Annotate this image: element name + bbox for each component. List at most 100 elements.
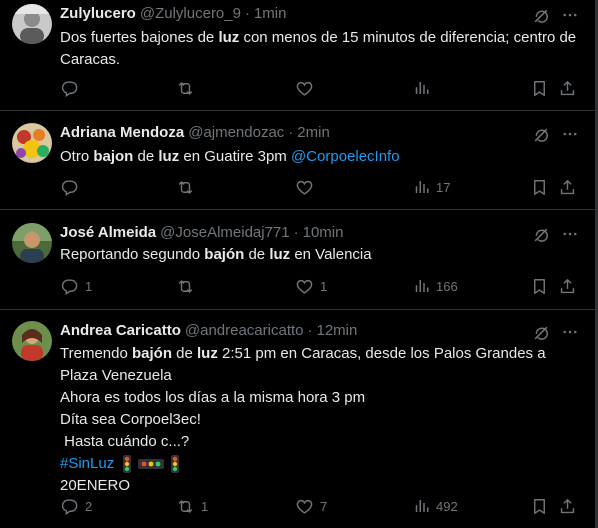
tweet[interactable]: Zulylucero @Zulylucero_9 · 1min Dos fuer…	[0, 0, 595, 111]
text-bold: luz	[158, 148, 180, 165]
tweet-text: Dos fuertes bajones de luz con menos de …	[60, 27, 580, 71]
text-span: Reportando segundo	[60, 246, 205, 263]
text-line: Díta sea Corpoel3ec!	[60, 411, 201, 428]
bookmark-button[interactable]	[530, 78, 549, 98]
bookmark-button[interactable]	[530, 276, 549, 296]
reply-button[interactable]: 2	[60, 496, 92, 516]
like-button[interactable]: 1	[295, 276, 327, 296]
tweet-actions: 17	[60, 177, 559, 197]
hashtag-link[interactable]: #SinLuz	[60, 453, 114, 475]
more-icon[interactable]	[561, 6, 579, 24]
bookmark-icon	[530, 277, 549, 296]
more-icon[interactable]	[561, 125, 579, 143]
retweet-icon	[176, 277, 195, 296]
author-handle[interactable]: @JoseAlmeidaj771	[160, 223, 289, 243]
retweet-button[interactable]	[176, 78, 201, 98]
views-button[interactable]: 166	[412, 276, 458, 296]
tweet-actions: 2 1 7 492	[60, 496, 559, 516]
reply-icon	[60, 79, 79, 98]
tweet-text: Reportando segundo bajón de luz en Valen…	[60, 244, 580, 266]
horizontal-traffic-light-icon	[138, 459, 165, 469]
share-button[interactable]	[558, 78, 577, 98]
bookmark-icon	[530, 497, 549, 516]
retweet-button[interactable]	[176, 177, 201, 197]
bookmark-button[interactable]	[530, 496, 549, 516]
author-name[interactable]: Adriana Mendoza	[60, 123, 184, 143]
tweet-header: Adriana Mendoza @ajmendozac · 2min	[60, 123, 330, 143]
share-icon	[558, 277, 577, 296]
text-bold: bajón	[204, 246, 245, 263]
text-span: en Guatire 3pm	[179, 148, 291, 165]
retweet-count: 1	[201, 498, 209, 514]
views-button[interactable]: 492	[412, 496, 458, 516]
text-bold: bajon	[93, 148, 134, 165]
separator-dot: ·	[244, 5, 250, 22]
views-icon	[412, 277, 430, 295]
views-icon	[412, 497, 430, 515]
retweet-button[interactable]	[176, 276, 201, 296]
like-button[interactable]	[295, 78, 320, 98]
views-button[interactable]: 17	[412, 177, 450, 197]
more-icon[interactable]	[561, 323, 579, 341]
tweet[interactable]: José Almeida @JoseAlmeidaj771 · 10min Re…	[0, 210, 595, 310]
share-button[interactable]	[558, 496, 577, 516]
grok-icon[interactable]	[531, 125, 551, 145]
like-icon	[295, 79, 314, 98]
like-button[interactable]: 7	[295, 496, 327, 516]
reply-icon	[60, 497, 79, 516]
tweet[interactable]: Adriana Mendoza @ajmendozac · 2min Otro …	[0, 111, 595, 210]
views-count: 17	[436, 179, 451, 195]
like-icon	[295, 497, 314, 516]
retweet-button[interactable]: 1	[176, 496, 208, 516]
grok-icon[interactable]	[531, 225, 551, 245]
timestamp[interactable]: 10min	[303, 223, 344, 243]
author-handle[interactable]: @andreacaricatto	[185, 321, 304, 341]
separator-dot: ·	[307, 322, 313, 339]
avatar[interactable]	[12, 223, 52, 263]
text-span: Otro	[60, 148, 94, 165]
bookmark-icon	[530, 178, 549, 197]
avatar[interactable]	[12, 321, 52, 361]
views-count: 492	[436, 498, 458, 514]
tweet-header: Andrea Caricatto @andreacaricatto · 12mi…	[60, 321, 357, 341]
author-name[interactable]: José Almeida	[60, 223, 156, 243]
reply-count: 2	[85, 498, 93, 514]
reply-button[interactable]	[60, 177, 85, 197]
timeline: Zulylucero @Zulylucero_9 · 1min Dos fuer…	[0, 0, 598, 528]
traffic-light-icon	[123, 455, 132, 473]
more-icon[interactable]	[561, 225, 579, 243]
retweet-icon	[176, 79, 195, 98]
author-name[interactable]: Zulylucero	[60, 4, 136, 24]
like-button[interactable]	[295, 177, 320, 197]
avatar[interactable]	[12, 4, 52, 44]
author-name[interactable]: Andrea Caricatto	[60, 321, 181, 341]
text-line: Hasta cuándo c...?	[60, 433, 190, 450]
reply-button[interactable]	[60, 78, 85, 98]
like-icon	[295, 277, 314, 296]
tweet[interactable]: Andrea Caricatto @andreacaricatto · 12mi…	[0, 310, 595, 528]
mention-link[interactable]: @CorpoelecInfo	[291, 148, 400, 165]
like-count: 1	[320, 278, 328, 294]
author-handle[interactable]: @ajmendozac	[188, 123, 284, 143]
bookmark-icon	[530, 79, 549, 98]
reply-button[interactable]: 1	[60, 276, 92, 296]
text-bold: luz	[197, 345, 218, 362]
author-handle[interactable]: @Zulylucero_9	[140, 4, 241, 24]
timestamp[interactable]: 12min	[317, 321, 358, 341]
separator-dot: ·	[288, 124, 294, 141]
share-button[interactable]	[558, 177, 577, 197]
views-button[interactable]	[412, 78, 436, 98]
timestamp[interactable]: 1min	[254, 4, 287, 24]
timestamp[interactable]: 2min	[297, 123, 330, 143]
traffic-light-icon	[171, 455, 180, 473]
grok-icon[interactable]	[531, 6, 551, 26]
share-icon	[558, 79, 577, 98]
text-span: en Valencia	[290, 246, 372, 263]
share-icon	[558, 497, 577, 516]
avatar[interactable]	[12, 123, 52, 163]
text-bold: luz	[218, 29, 240, 46]
bookmark-button[interactable]	[530, 177, 549, 197]
text-bold: luz	[269, 246, 291, 263]
share-button[interactable]	[558, 276, 577, 296]
grok-icon[interactable]	[531, 323, 551, 343]
